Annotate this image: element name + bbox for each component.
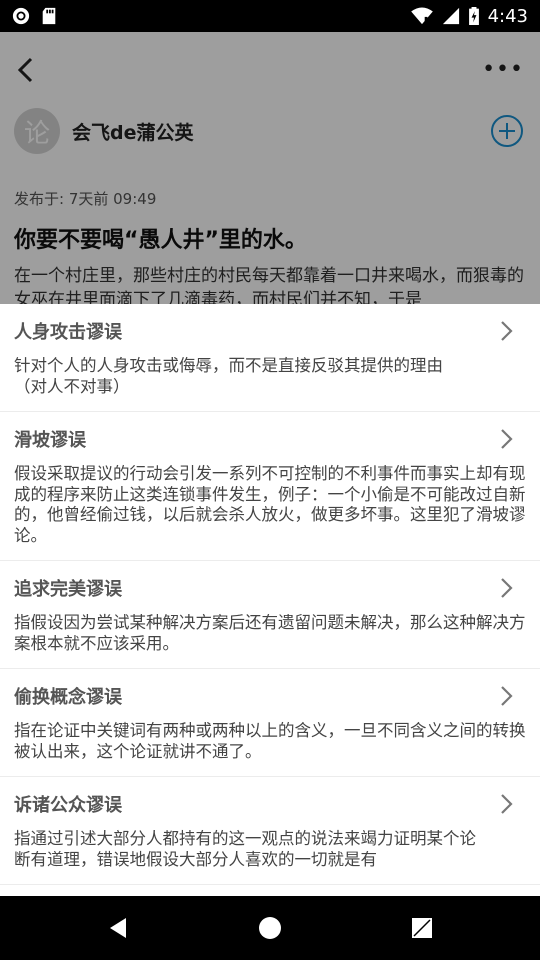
navigation-bar [0,896,540,960]
chevron-right-icon [501,578,513,598]
list-item[interactable]: 滑坡谬误 假设采取提议的行动会引发一系列不可控制的不利事件而事实上却有现成的程序… [0,412,540,561]
fallacy-description: 针对个人的人身攻击或侮辱，而不是直接反驳其提供的理由（对人不对事） [14,356,443,396]
dim-overlay[interactable] [0,32,540,304]
sd-card-icon [42,7,56,25]
fallacy-description: 指假设因为尝试某种解决方案后还有遗留问题未解决，那么这种解决方案根本就不应该采用… [14,613,526,653]
record-icon [12,7,30,25]
chevron-right-icon [501,686,513,706]
list-item[interactable]: 诉诸公众谬误 指通过引述大部分人都持有的这一观点的说法来竭力证明某个论断有道理，… [0,777,540,885]
list-item[interactable]: 偷换概念谬误 指在论证中关键词有两种或两种以上的含义，一旦不同含义之间的转换被认… [0,669,540,777]
fallacy-description: 指通过引述大部分人都持有的这一观点的说法来竭力证明某个论断有道理，错误地假设大部… [14,829,476,869]
fallacy-description: 指在论证中关键词有两种或两种以上的含义，一旦不同含义之间的转换被认出来，这个论证… [14,721,526,761]
fallacy-title: 滑坡谬误 [14,430,86,451]
fallacy-title: 追求完美谬误 [14,579,122,600]
list-item[interactable]: 人身攻击谬误 针对个人的人身攻击或侮辱，而不是直接反驳其提供的理由（对人不对事） [0,304,540,412]
fallacy-title: 人身攻击谬误 [14,322,122,343]
fallacy-sheet: 人身攻击谬误 针对个人的人身攻击或侮辱，而不是直接反驳其提供的理由（对人不对事）… [0,304,540,896]
chevron-right-icon [501,321,513,341]
chevron-right-icon [501,429,513,449]
list-item[interactable]: 追求完美谬误 指假设因为尝试某种解决方案后还有遗留问题未解决，那么这种解决方案根… [0,561,540,669]
nav-recents-icon[interactable] [410,916,434,940]
nav-home-icon[interactable] [258,916,282,940]
nav-back-icon[interactable] [106,916,130,940]
status-time: 4:43 [487,5,528,27]
fallacy-description: 假设采取提议的行动会引发一系列不可控制的不利事件而事实上却有现成的程序来防止这类… [14,464,526,545]
status-bar: 4:43 [0,0,540,32]
chevron-right-icon [501,794,513,814]
fallacy-title: 偷换概念谬误 [14,687,122,708]
signal-icon [442,7,459,25]
battery-charging-icon [468,7,479,25]
fallacy-title: 诉诸公众谬误 [14,795,122,816]
wifi-icon [410,7,433,25]
